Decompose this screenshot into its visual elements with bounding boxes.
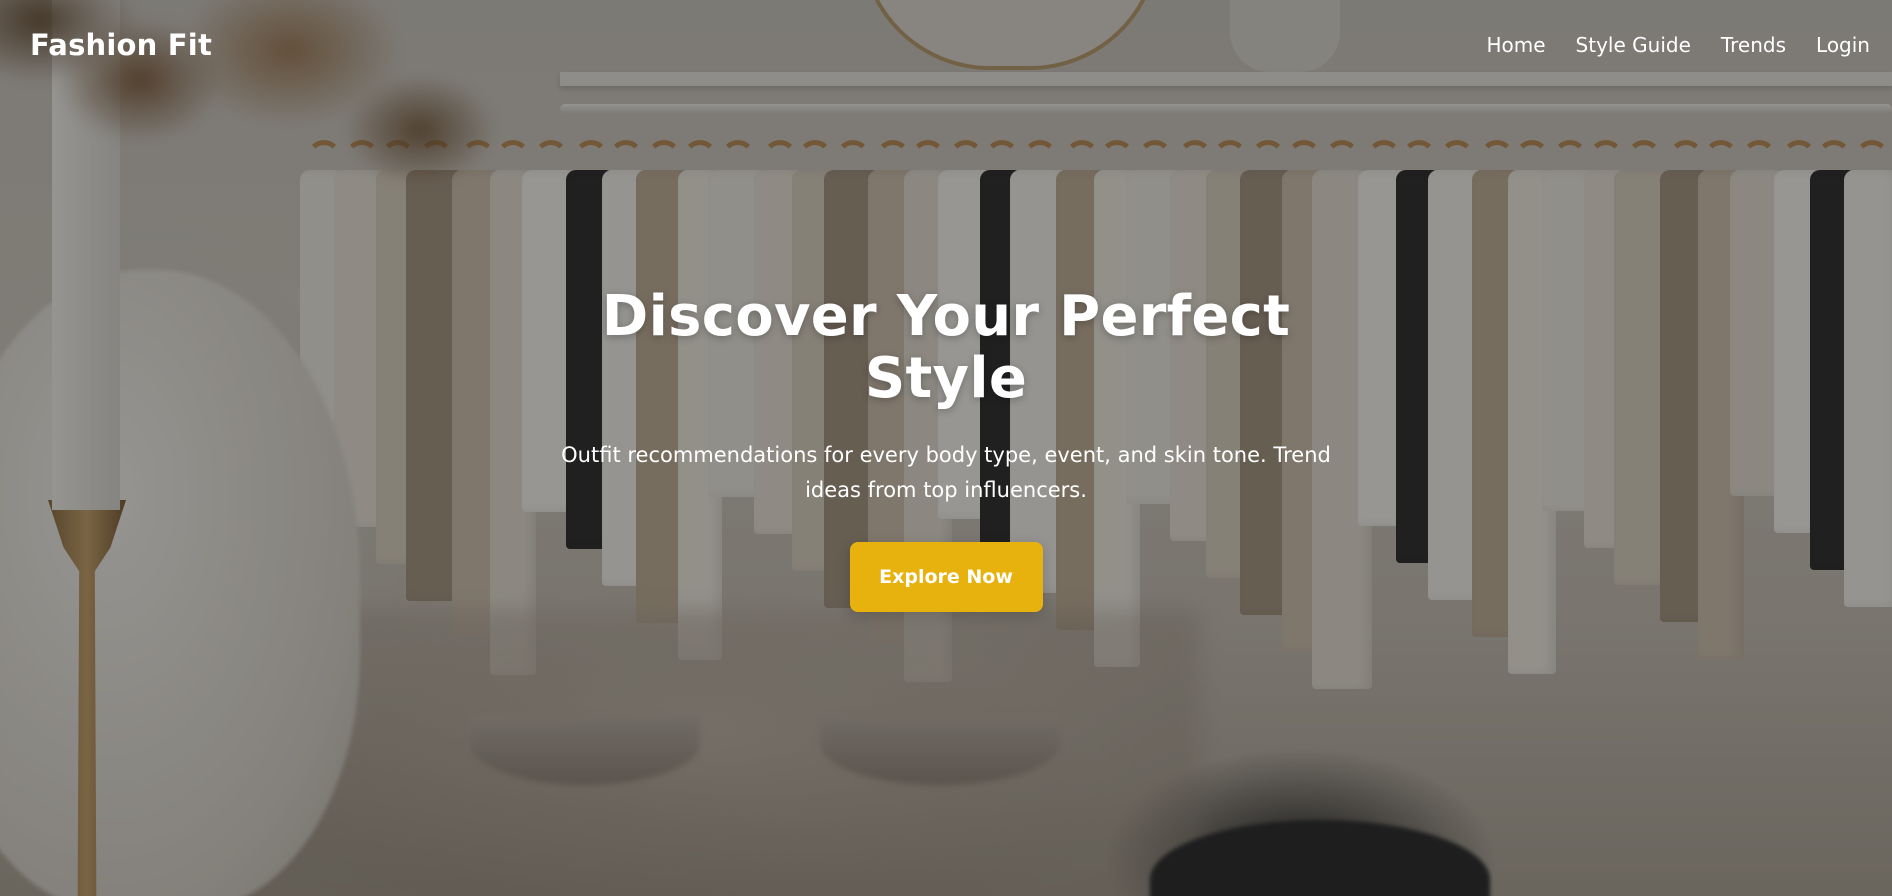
hero-title: Discover Your Perfect Style [601, 284, 1291, 411]
explore-now-button[interactable]: Explore Now [849, 542, 1043, 612]
hero-subtitle: Outfit recommendations for every body ty… [561, 443, 1331, 502]
hero-section: Discover Your Perfect Style Outfit recom… [0, 0, 1892, 896]
